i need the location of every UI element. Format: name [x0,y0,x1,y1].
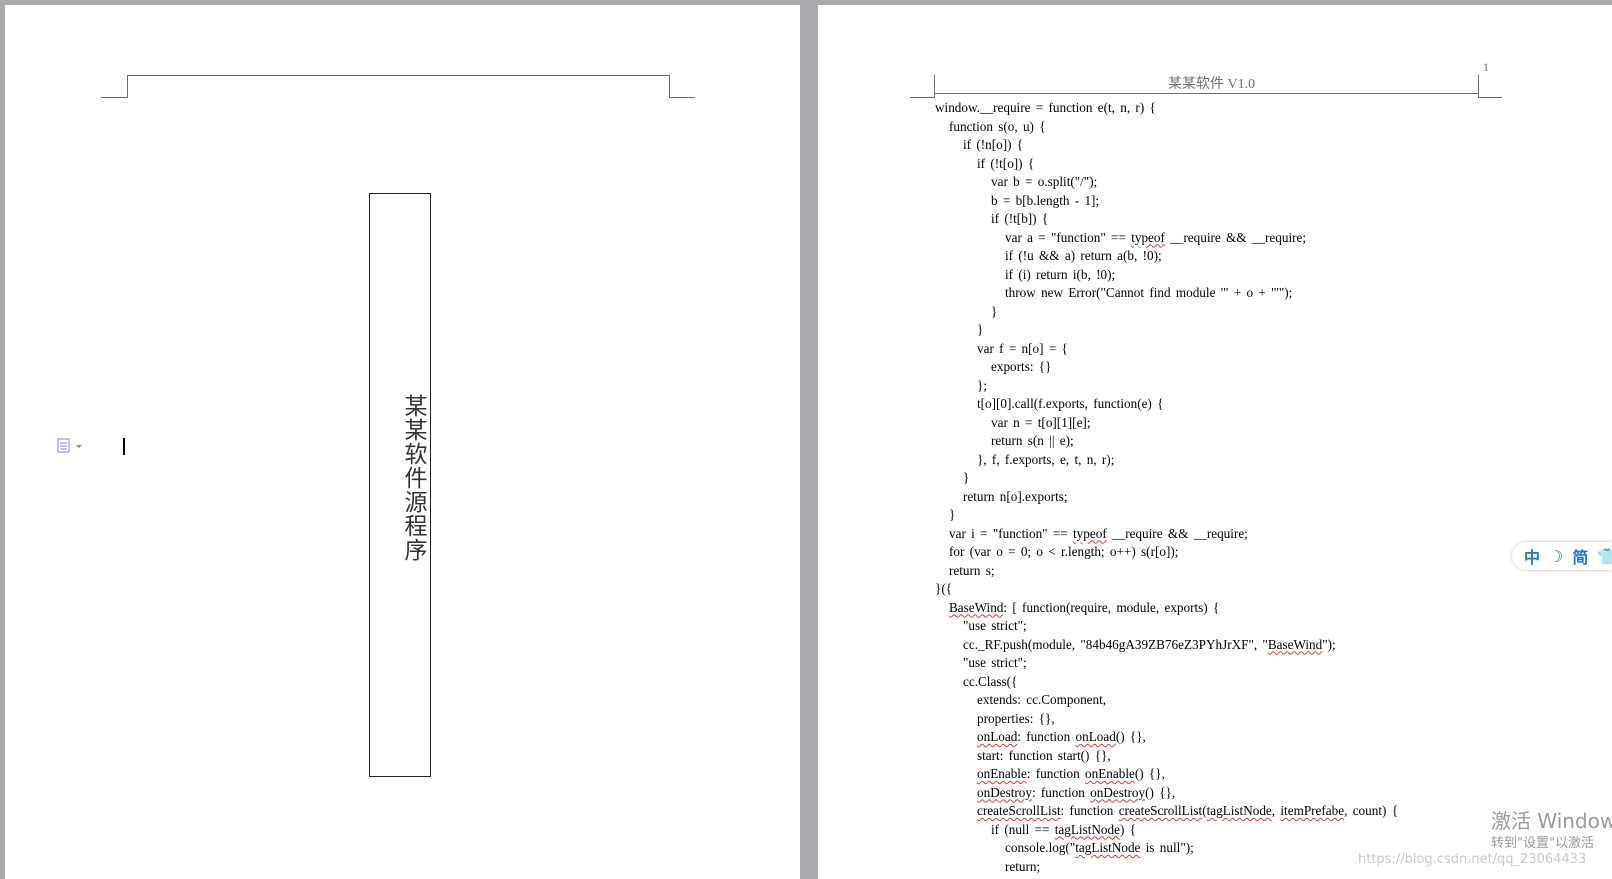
header-bracket-right [1478,75,1479,98]
code-line: if (i) return i(b, !0); [1005,266,1116,282]
csdn-watermark: https://blog.csdn.net/qq_23064433 [1358,852,1587,867]
page-header: 某某软件 V1.0 [1168,77,1256,92]
code-line: exports: {} [991,359,1052,374]
header-margin-line-right [1478,97,1502,98]
code-line: "use strict"; [963,618,1027,633]
code-line: }; [977,377,987,393]
code-line: var n = t[o][1][e]; [991,414,1091,430]
header-margin-line-right [669,97,695,98]
header-bracket-right [669,75,670,98]
code-line: return n[o].exports; [963,488,1068,504]
activate-windows-title: 激活 Windows [1491,809,1612,833]
ime-language-toggle[interactable]: 中 [1524,544,1540,568]
header-bracket-top [127,75,669,76]
ime-toolbar[interactable]: 中 ☽ 简 👕 [1512,542,1612,570]
ime-simplified-toggle[interactable]: 简 [1572,544,1588,568]
code-line: console.log("tagListNode is null"); [1005,840,1194,855]
code-line: } [963,470,970,485]
code-line: onEnable: function onEnable() {}, [977,766,1165,781]
code-line: var a = "function" == typeof __require &… [1005,229,1307,245]
code-line: }, f, f.exports, e, t, n, r); [977,451,1115,467]
header-underline [934,93,1478,94]
code-line: } [991,303,998,319]
code-line: cc._RF.push(module, "84b46gA39ZB76eZ3PYh… [963,636,1336,652]
code-line: return s; [949,562,995,578]
header-margin-line-left [101,97,127,98]
paste-options-icon[interactable] [57,437,87,455]
code-line: function s(o, u) { [949,118,1046,134]
code-line: } [977,322,984,337]
code-line: throw new Error("Cannot find module '" +… [1005,285,1293,300]
code-line: "use strict"; [963,655,1027,670]
cover-page: 某某软件源程序 [5,5,800,879]
header-margin-line-left [910,97,934,98]
code-line: return s(n || e); [991,433,1074,448]
code-line: for (var o = 0; o < r.length; o++) s(r[o… [949,544,1179,559]
activate-windows-subtitle: 转到"设置"以激活 [1491,836,1594,851]
code-line: if (!n[o]) { [963,137,1024,152]
code-line: BaseWind: [ function(require, module, ex… [949,599,1220,615]
shirt-icon[interactable]: 👕 [1597,547,1612,566]
code-line: }({ [935,581,953,596]
code-line: var b = o.split("/"); [991,174,1098,189]
code-line: start: function start() {}, [977,747,1111,763]
code-line: if (!t[o]) { [977,155,1035,171]
code-line: onDestroy: function onDestroy() {}, [977,784,1176,800]
code-line: if (!t[b]) { [991,211,1049,226]
text-cursor [123,438,125,455]
code-line: } [949,507,956,522]
code-line: onLoad: function onLoad() {}, [977,729,1146,744]
code-line: createScrollList: function createScrollL… [977,803,1399,818]
code-line: extends: cc.Component, [977,692,1107,707]
code-line: cc.Class({ [963,673,1018,689]
code-line: b = b[b.length - 1]; [991,192,1100,208]
title-box[interactable]: 某某软件源程序 [369,193,431,777]
header-bracket-left [127,75,128,98]
code-line: window.__require = function e(t, n, r) { [935,100,1156,115]
header-bracket-left [934,75,935,98]
document-title: 某某软件源程序 [401,394,426,562]
code-page: 某某软件 V1.0 1 window.__require = function … [818,5,1612,879]
moon-icon[interactable]: ☽ [1549,547,1563,566]
code-line: properties: {}, [977,710,1055,726]
code-line: var f = n[o] = { [977,340,1068,356]
code-line: var i = "function" == typeof __require &… [949,525,1248,541]
code-line: if (null == tagListNode) { [991,821,1136,837]
code-line: t[o][0].call(f.exports, function(e) { [977,396,1164,411]
code-line: if (!u && a) return a(b, !0); [1005,248,1162,263]
page-number: 1 [1483,60,1489,74]
code-line: return; [1005,858,1041,874]
source-code-listing[interactable]: window.__require = function e(t, n, r) {… [935,99,1398,876]
